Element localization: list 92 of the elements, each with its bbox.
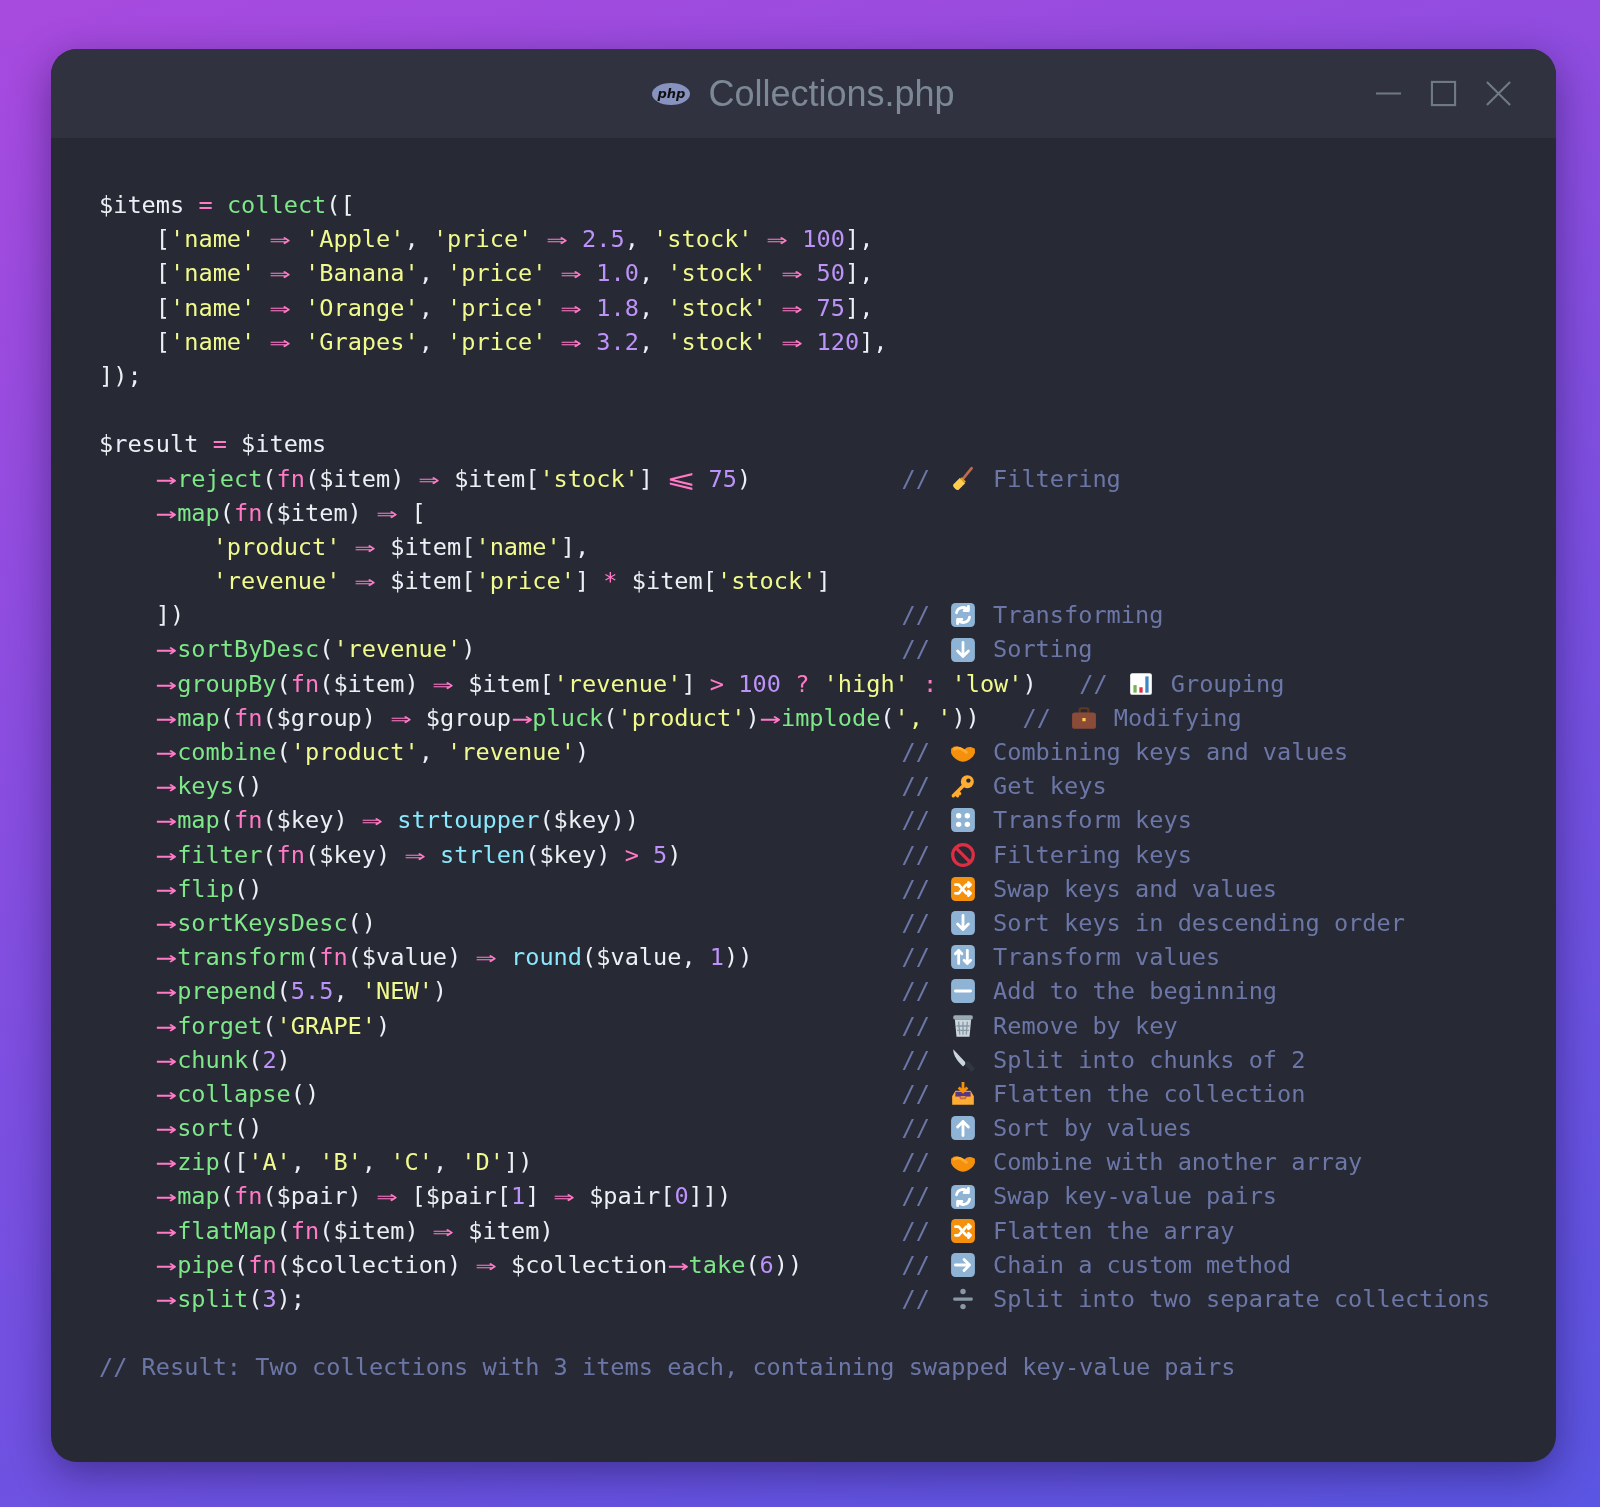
code-comment: Grouping [1170, 668, 1285, 700]
code-line: →keys() [155, 771, 263, 803]
code-line: →flip() [155, 873, 263, 905]
code-line: →prepend(5.5, 'NEW') [155, 976, 448, 1008]
code-line: →map(fn($group) ⇒ $group→pluck('product')→implode(', ')) [155, 702, 980, 734]
window-title: Collections.php [708, 72, 955, 115]
code-line: ['name' ⇒ 'Banana', 'price' ⇒ 1.0, 'stock' ⇒ 50], [155, 258, 874, 290]
code-line: →sort() [155, 1113, 263, 1145]
code-comment: Add to the beginning [992, 976, 1278, 1008]
comment-marker: // [901, 873, 930, 905]
code-comment: Swap keys and values [992, 873, 1278, 905]
code-comment: Remove by key [992, 1010, 1178, 1042]
code-line: →collapse() [155, 1078, 320, 1110]
code-comment: Transforming [992, 600, 1164, 632]
code-line: →chunk(2) [155, 1044, 291, 1076]
code-comment: Transform values [992, 942, 1221, 974]
comment-marker: // [901, 976, 930, 1008]
prohibited-icon [949, 841, 976, 868]
comment-marker: // [901, 737, 930, 768]
comment-marker: // [901, 1284, 930, 1315]
briefcase-icon [1070, 704, 1097, 731]
code-comment: Split into two separate collections [992, 1284, 1491, 1315]
comment-marker: // [1022, 702, 1051, 734]
code-line: →sortByDesc('revenue') [155, 634, 476, 666]
code-line: →map(fn($key) ⇒ strtoupper($key)) [155, 805, 639, 837]
code-line: $items = collect([ [99, 190, 355, 221]
maximize-icon[interactable] [1430, 80, 1457, 107]
code-comment: Modifying [1113, 702, 1242, 734]
code-comment: Combine with another array [992, 1147, 1363, 1179]
code-line: →combine('product', 'revenue') [155, 737, 590, 768]
code-line: →forget('GRAPE') [155, 1010, 391, 1042]
code-comment: Transform keys [992, 805, 1192, 837]
code-line: // Result: Two collections with 3 items each, containing swapped key-value pairs [99, 1352, 1236, 1384]
code-comment: Sort keys in descending order [992, 907, 1405, 939]
code-line: →split(3); [155, 1284, 305, 1315]
code-line: ['name' ⇒ 'Apple', 'price' ⇒ 2.5, 'stock' ⇒ 100], [155, 224, 874, 256]
comment-marker: // [901, 1010, 930, 1042]
comment-marker: // [1079, 668, 1108, 700]
comment-marker: // [901, 600, 930, 632]
code-comment: Sort by values [992, 1113, 1192, 1145]
php-logo: php [652, 82, 691, 105]
comment-marker: // [901, 1215, 930, 1247]
comment-marker: // [901, 1147, 930, 1179]
comment-marker: // [901, 839, 930, 871]
code-comment: Flatten the collection [992, 1078, 1306, 1110]
comment-marker: // [901, 1078, 930, 1110]
code-line: →sortKeysDesc() [155, 907, 376, 939]
code-comment: Filtering keys [992, 839, 1192, 871]
swap-arrows-icon [949, 944, 976, 971]
code-line: →map(fn($item) ⇒ [ [155, 497, 426, 529]
code-line: →transform(fn($value) ⇒ round($value, 1)) [155, 942, 753, 974]
code-line: →zip(['A', 'B', 'C', 'D']) [155, 1147, 533, 1179]
comment-marker: // [901, 907, 930, 939]
cycle-arrows-icon [949, 1183, 976, 1210]
code-line: →pipe(fn($collection) ⇒ $collection→take(6)) [155, 1249, 803, 1281]
code-line: ['name' ⇒ 'Orange', 'price' ⇒ 1.8, 'stock' ⇒ 75], [155, 292, 874, 324]
code-comment: Swap key-value pairs [992, 1181, 1278, 1213]
code-line: 'revenue' ⇒ $item['price'] * $item['stock'] [212, 566, 831, 598]
code-comment: Filtering [992, 463, 1121, 495]
comment-marker: // [901, 805, 930, 837]
code-line: →filter(fn($key) ⇒ strlen($key) > 5) [155, 839, 682, 871]
shuffle-icon [949, 1217, 976, 1244]
code-comment: Get keys [992, 771, 1107, 803]
key-icon [949, 773, 976, 800]
comment-marker: // [901, 463, 930, 495]
code-comment: Split into chunks of 2 [992, 1044, 1306, 1076]
cycle-arrows-icon [949, 602, 976, 629]
code-line: →groupBy(fn($item) ⇒ $item['revenue'] > 100 ? 'high' : 'low') [155, 668, 1037, 700]
tile-icon [949, 978, 976, 1005]
code-comment: Combining keys and values [992, 737, 1349, 768]
comment-marker: // [901, 771, 930, 803]
comment-marker: // [901, 942, 930, 974]
bar-chart-icon [1127, 670, 1154, 697]
code-line: →reject(fn($item) ⇒ $item['stock'] ⩽ 75) [155, 463, 752, 495]
code-line: →flatMap(fn($item) ⇒ $item) [155, 1215, 554, 1247]
code-line: →map(fn($pair) ⇒ [$pair[1] ⇒ $pair[0]]) [155, 1181, 732, 1213]
close-icon[interactable] [1485, 80, 1512, 107]
comment-marker: // [901, 1181, 930, 1213]
comment-marker: // [901, 1044, 930, 1076]
code-comment: Flatten the array [992, 1215, 1235, 1247]
code-comment: Sorting [992, 634, 1093, 666]
shuffle-icon [949, 875, 976, 902]
code-line: ['name' ⇒ 'Grapes', 'price' ⇒ 3.2, 'stock' ⇒ 120], [155, 326, 888, 358]
comment-marker: // [901, 1249, 930, 1281]
code-comment: Chain a custom method [992, 1249, 1292, 1281]
code-line: ]) [155, 600, 185, 632]
comment-marker: // [901, 1113, 930, 1145]
code-line: $result = $items [99, 429, 327, 461]
comment-marker: // [901, 634, 930, 666]
code-line: 'product' ⇒ $item['name'], [212, 531, 590, 563]
code-line: ]); [99, 360, 142, 392]
inbox-tray-icon [949, 1080, 976, 1107]
